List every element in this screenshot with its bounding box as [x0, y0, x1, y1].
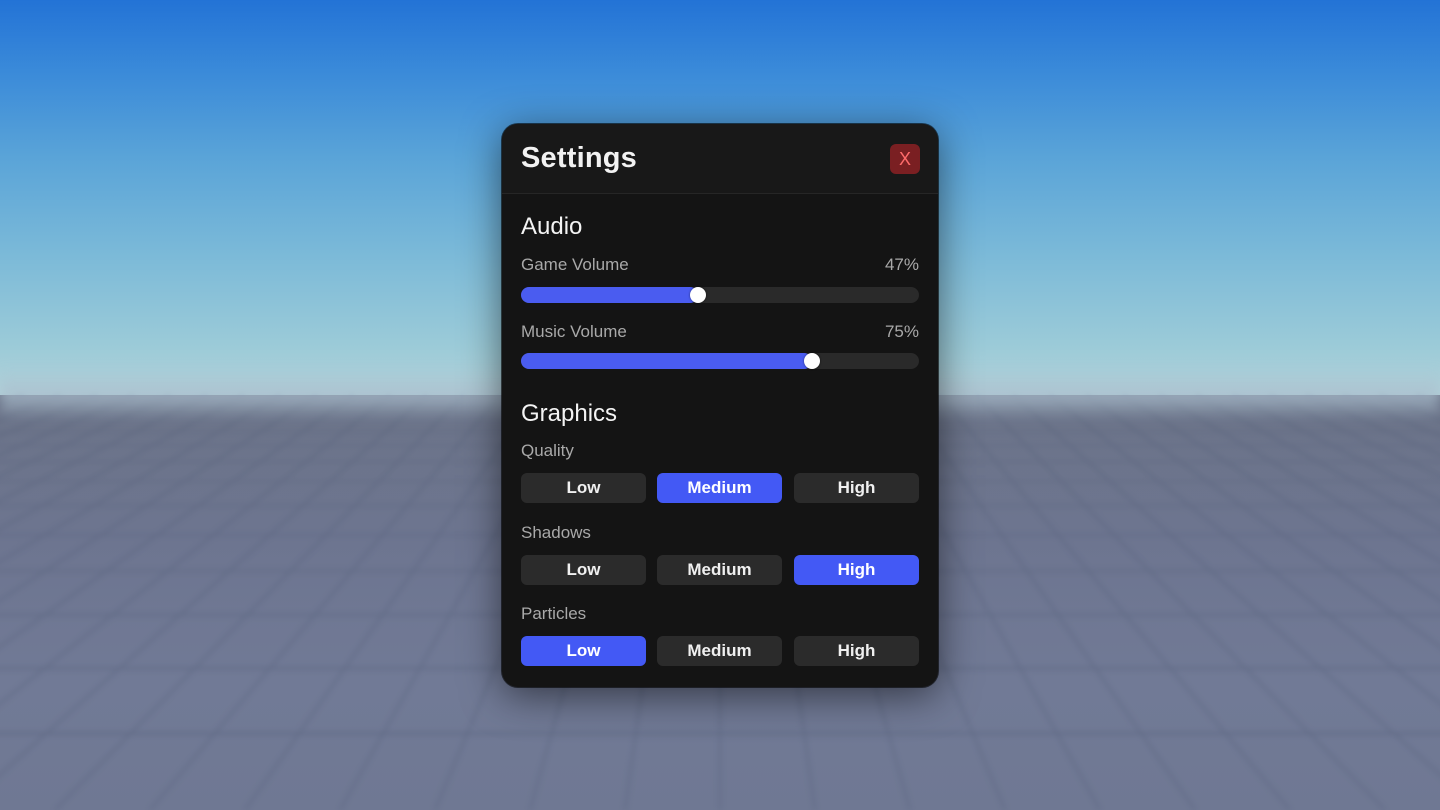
shadows-medium-button[interactable]: Medium	[657, 555, 782, 585]
particles-low-button[interactable]: Low	[521, 636, 646, 666]
music-volume-slider-thumb[interactable]	[803, 353, 820, 369]
particles-medium-button[interactable]: Medium	[657, 636, 782, 666]
particles-label: Particles	[521, 604, 587, 623]
music-volume-label: Music Volume	[521, 322, 627, 341]
settings-title: Settings	[521, 142, 637, 174]
settings-header: Settings X	[502, 124, 938, 194]
game-volume-label: Game Volume	[521, 255, 629, 274]
shadows-label: Shadows	[521, 523, 591, 542]
game-viewport: Settings X Audio Game Volume 47% Music V…	[0, 0, 1440, 810]
graphics-section-title: Graphics	[521, 400, 618, 427]
quality-options: Low Medium High	[521, 473, 919, 503]
game-volume-slider-thumb[interactable]	[690, 287, 707, 303]
settings-panel: Settings X Audio Game Volume 47% Music V…	[502, 124, 938, 687]
music-volume-value: 75%	[884, 322, 919, 341]
shadows-high-button[interactable]: High	[794, 555, 919, 585]
game-volume-slider-fill	[521, 287, 699, 303]
quality-low-button[interactable]: Low	[521, 473, 646, 503]
shadows-options: Low Medium High	[521, 555, 919, 585]
shadows-low-button[interactable]: Low	[521, 555, 646, 585]
particles-options: Low Medium High	[521, 636, 919, 666]
quality-medium-button[interactable]: Medium	[657, 473, 782, 503]
music-volume-slider-fill	[521, 353, 812, 369]
quality-label: Quality	[521, 441, 574, 460]
quality-high-button[interactable]: High	[794, 473, 919, 503]
close-button[interactable]: X	[890, 144, 920, 174]
particles-high-button[interactable]: High	[794, 636, 919, 666]
audio-section-title: Audio	[521, 213, 583, 240]
game-volume-value: 47%	[884, 255, 919, 274]
music-volume-slider[interactable]	[521, 353, 919, 369]
game-volume-slider[interactable]	[521, 287, 919, 303]
